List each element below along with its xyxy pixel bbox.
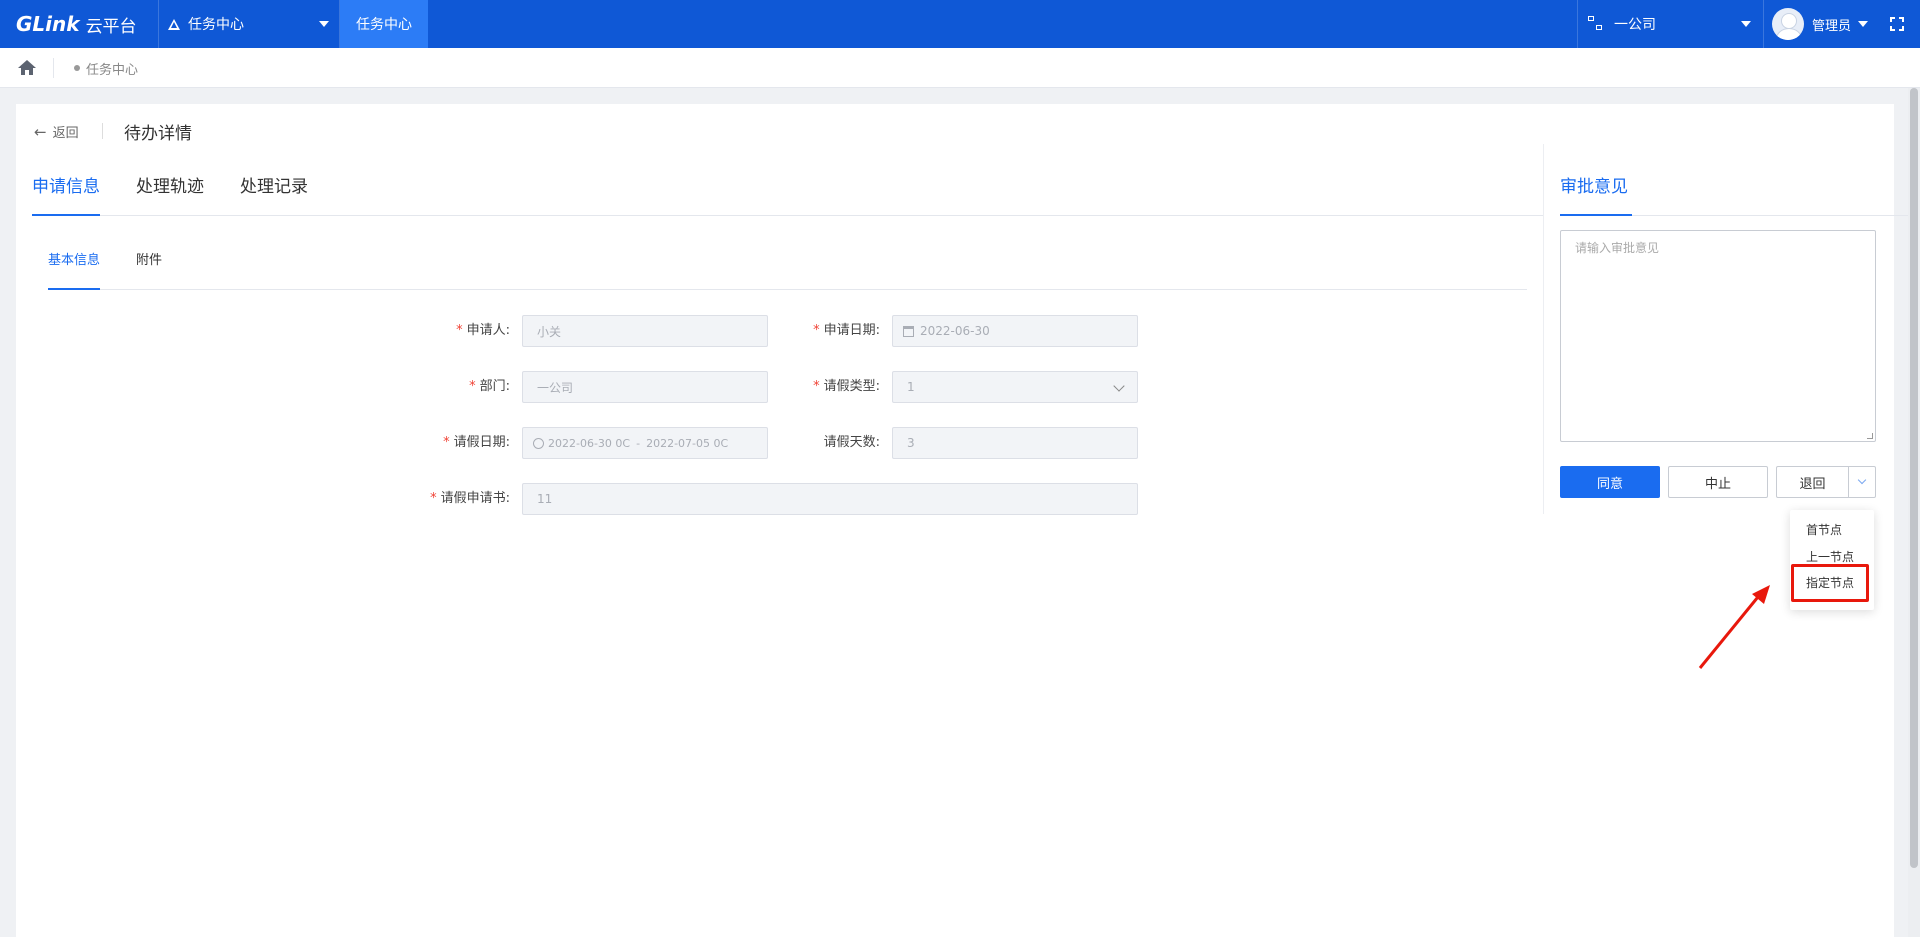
org-tree-icon <box>1588 16 1604 32</box>
leave-letter-label: * 请假申请书: <box>430 491 510 506</box>
title-divider <box>102 123 103 139</box>
leave-type-value: 1 <box>907 380 915 394</box>
clock-icon <box>533 437 544 449</box>
subtab-attachments[interactable]: 附件 <box>136 250 162 290</box>
company-selector[interactable]: 一公司 <box>1577 0 1763 48</box>
calendar-icon <box>903 325 914 337</box>
return-button[interactable]: 退回 <box>1776 466 1849 498</box>
module-triangle-icon <box>168 18 180 30</box>
leave-days-value: 3 <box>907 436 915 450</box>
applicant-value: 小关 <box>537 324 562 339</box>
leave-date-start: 2022-06-30 0C <box>548 436 631 450</box>
logo-mark: GLink <box>16 12 80 36</box>
approval-tabs: 审批意见 <box>1560 170 1920 216</box>
caret-down-icon <box>1741 21 1751 27</box>
scrollbar-thumb[interactable] <box>1910 88 1918 868</box>
tab-process-trace[interactable]: 处理轨迹 <box>136 170 204 216</box>
apply-date-label: * 申请日期: <box>813 323 880 338</box>
range-separator: - <box>636 436 641 450</box>
leave-date-label: * 请假日期: <box>443 435 510 450</box>
module-selector-label: 任务中心 <box>188 17 244 33</box>
user-menu[interactable]: 管理员 <box>1763 0 1883 48</box>
menu-item-first-node[interactable]: 首节点 <box>1806 521 1842 538</box>
breadcrumb-divider <box>53 58 54 78</box>
apply-date-field: 2022-06-30 <box>892 315 1138 347</box>
sub-tabs: 基本信息 附件 <box>48 250 1527 290</box>
company-selector-label: 一公司 <box>1614 17 1656 33</box>
resize-handle-icon[interactable] <box>1867 433 1873 439</box>
agree-button[interactable]: 同意 <box>1560 466 1660 498</box>
leave-days-label: 请假天数: <box>823 435 880 450</box>
leave-type-select: 1 <box>892 371 1138 403</box>
dot-icon <box>74 65 80 71</box>
detail-card: ← 返回 待办详情 申请信息 处理轨迹 处理记录 基本信息 附件 * 申请人: 小… <box>16 104 1920 937</box>
department-label: * 部门: <box>469 379 510 394</box>
stop-button[interactable]: 中止 <box>1668 466 1768 498</box>
tab-approval-opinion[interactable]: 审批意见 <box>1560 170 1632 216</box>
annotation-highlight-box <box>1791 564 1869 602</box>
department-value: 一公司 <box>537 380 574 395</box>
back-label: 返回 <box>52 126 79 141</box>
chevron-down-icon <box>1113 380 1125 392</box>
return-dropdown-toggle[interactable] <box>1848 466 1876 498</box>
page-title: 待办详情 <box>124 124 192 144</box>
logo-text: 云平台 <box>85 16 137 37</box>
applicant-label: * 申请人: <box>456 323 510 338</box>
app-logo[interactable]: GLink 云平台 <box>16 10 137 38</box>
breadcrumb-label: 任务中心 <box>86 62 139 78</box>
chevron-down-icon <box>1857 475 1867 485</box>
breadcrumb: 任务中心 <box>0 48 1920 88</box>
approval-opinion-placeholder: 请输入审批意见 <box>1575 241 1660 255</box>
leave-days-field: 3 <box>892 427 1138 459</box>
page-scrollbar[interactable] <box>1908 88 1920 937</box>
caret-down-icon <box>1858 21 1869 27</box>
avatar <box>1772 8 1804 40</box>
panel-divider <box>1543 144 1544 514</box>
subtab-basic-info[interactable]: 基本信息 <box>48 250 101 290</box>
caret-down-icon <box>319 21 329 27</box>
tab-process-records[interactable]: 处理记录 <box>240 170 308 216</box>
menu-item-previous-node[interactable]: 上一节点 <box>1806 548 1854 565</box>
nav-tab-label: 任务中心 <box>356 17 412 33</box>
annotation-arrow <box>1698 585 1770 669</box>
approval-opinion-textarea[interactable]: 请输入审批意见 <box>1560 230 1876 442</box>
leave-type-label: * 请假类型: <box>813 379 880 394</box>
leave-letter-value: 11 <box>537 492 553 506</box>
tab-application-info[interactable]: 申请信息 <box>32 170 100 216</box>
main-tabs: 申请信息 处理轨迹 处理记录 <box>32 170 1543 216</box>
fullscreen-icon[interactable] <box>1890 17 1904 31</box>
top-navigation-bar: GLink 云平台 任务中心 任务中心 一公司 管理员 <box>0 0 1920 48</box>
nav-tab-task-center[interactable]: 任务中心 <box>340 0 428 48</box>
apply-date-value: 2022-06-30 <box>920 324 990 338</box>
breadcrumb-item-task-center[interactable]: 任务中心 <box>74 48 138 88</box>
user-name: 管理员 <box>1812 18 1852 34</box>
module-selector[interactable]: 任务中心 <box>158 0 340 48</box>
back-link[interactable]: ← 返回 <box>34 122 79 142</box>
arrow-left-icon: ← <box>34 122 47 141</box>
home-icon[interactable] <box>18 60 36 76</box>
leave-letter-field: 11 <box>522 483 1138 515</box>
